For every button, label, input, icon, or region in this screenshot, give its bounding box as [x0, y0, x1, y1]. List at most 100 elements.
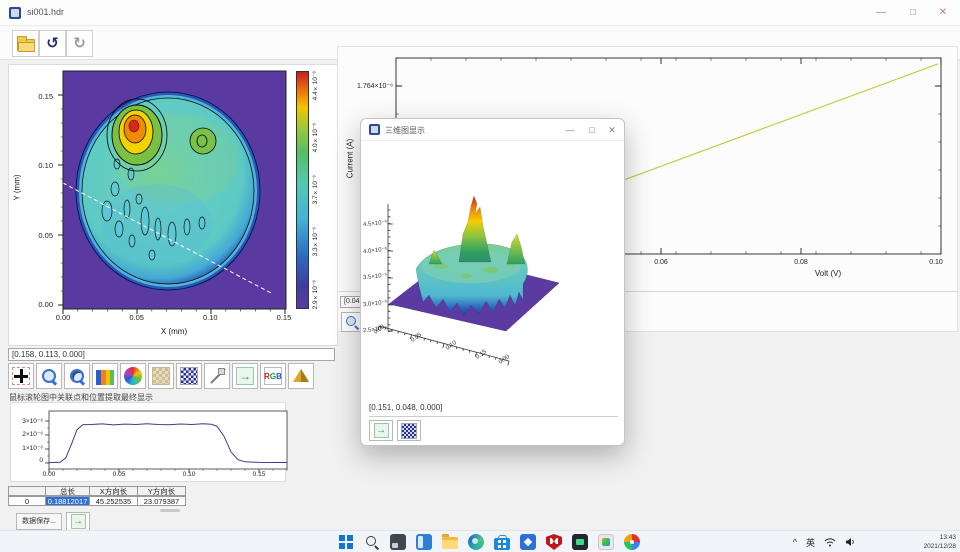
table-header-total: 总长 — [46, 486, 90, 496]
texture-map-tool-button[interactable] — [148, 363, 174, 389]
close-button[interactable]: ✕ — [928, 0, 958, 26]
color-levels-tool-button[interactable] — [92, 363, 118, 389]
mcafee-taskbar-icon[interactable] — [546, 534, 562, 550]
popup-app-icon — [369, 124, 380, 135]
start-taskbar-icon[interactable] — [338, 534, 354, 550]
photos-taskbar-icon[interactable] — [598, 534, 614, 550]
table-header-xlen: X方向长 — [90, 486, 138, 496]
contour-yticks: 0.15 0.10 0.05 0.00 — [23, 92, 53, 309]
contour-xtick-label: 0.00 — [45, 313, 81, 322]
dev-app-taskbar-icon[interactable] — [572, 534, 588, 550]
colorbar-tick-label: 4.0×10⁻⁶ — [312, 123, 320, 152]
surface-3d-tool-button[interactable] — [288, 363, 314, 389]
color-wheel-icon — [124, 367, 142, 385]
desktop: si001.hdr — □ ✕ ↺ ↻ Y (mm) 0.150.100.050… — [0, 0, 960, 552]
table-header-ylen: Y方向长 — [138, 486, 186, 496]
popup-maximize-button[interactable]: □ — [582, 119, 602, 141]
profile-xtick-label: 0.10 — [175, 471, 203, 478]
colorbar-tick-label: 4.4×10⁻⁶ — [312, 71, 320, 100]
profile-ytick-label: 0 — [15, 457, 43, 464]
zoom-window-tool-button[interactable] — [64, 363, 90, 389]
profile-plot[interactable] — [45, 409, 291, 475]
crosshair-tool-button[interactable] — [8, 363, 34, 389]
profile-ytick-label: 3×10⁻⁶ — [15, 417, 43, 425]
taskbar-icons — [338, 534, 640, 550]
contour-ytick-label: 0.15 — [23, 92, 53, 101]
colorbar-labels: 4.4×10⁻⁶4.0×10⁻⁶3.7×10⁻⁶3.3×10⁻⁶2.9×10⁻⁶ — [312, 71, 320, 309]
row-index-cell[interactable]: 0 — [8, 496, 46, 506]
profile-ytick-label: 2×10⁻⁶ — [15, 430, 43, 438]
rgb-channels-icon: RGB — [264, 367, 282, 385]
profile-xtick-label: 0.15 — [245, 471, 273, 478]
search-taskbar-icon[interactable] — [364, 534, 380, 550]
volume-icon[interactable] — [845, 537, 856, 547]
profile-xticks: 0.000.050.100.15 — [35, 471, 273, 478]
maximize-button[interactable]: □ — [898, 0, 928, 26]
y-length-cell[interactable]: 23.079387 — [138, 496, 186, 506]
app-icon — [9, 7, 21, 19]
contour-map-plot[interactable] — [57, 69, 291, 315]
store-taskbar-icon[interactable] — [494, 538, 510, 550]
titlebar[interactable]: si001.hdr — □ ✕ — [0, 0, 960, 26]
pattern-map-icon — [180, 367, 198, 385]
folder-open-icon — [17, 39, 35, 51]
splitter-handle[interactable] — [160, 509, 180, 512]
popup-close-button[interactable]: ✕ — [602, 119, 622, 141]
contour-ytick-label: 0.00 — [23, 300, 53, 309]
table-row: 0 0.18812017 45.252535 23.079387 — [8, 496, 186, 506]
edge-taskbar-icon[interactable] — [468, 534, 484, 550]
total-length-cell[interactable]: 0.18812017 — [46, 496, 90, 506]
zoom-in-icon — [40, 367, 58, 385]
table-header-row: 总长 X方向长 Y方向长 — [8, 486, 186, 496]
minimize-button[interactable]: — — [866, 0, 896, 26]
chevron-up-icon[interactable]: ^ — [793, 537, 797, 547]
colorbar-tick-label: 3.3×10⁻⁶ — [312, 227, 320, 256]
undo-button[interactable]: ↺ — [39, 30, 66, 57]
contour-ytick-label: 0.05 — [23, 231, 53, 240]
iv-xtick-label: 0.10 — [921, 259, 951, 266]
save-data-button[interactable]: 数据保存... — [16, 513, 62, 530]
measure-line-icon — [208, 367, 226, 385]
system-tray: ^ 英 — [793, 531, 856, 552]
rgb-channels-tool-button[interactable]: RGB — [260, 363, 286, 389]
popup-pattern-button[interactable] — [397, 420, 421, 441]
x-length-cell[interactable]: 45.252535 — [90, 496, 138, 506]
export-data-button[interactable]: → — [66, 512, 90, 531]
zoom-window-icon — [68, 367, 86, 385]
clock-date: 2021/12/28 — [900, 542, 956, 551]
redo-button[interactable]: ↻ — [66, 30, 93, 57]
contour-ytick-label: 0.10 — [23, 161, 53, 170]
file-explorer-taskbar-icon[interactable] — [442, 537, 458, 549]
pattern-map-tool-button[interactable] — [176, 363, 202, 389]
wifi-icon[interactable] — [824, 537, 836, 547]
magnifier-icon — [345, 315, 359, 329]
surface-3d-plot[interactable] — [371, 174, 601, 374]
taskbar-clock[interactable]: 13:43 2021/12/28 — [900, 533, 956, 551]
tool-strip: → RGB — [8, 363, 314, 389]
color-wheel-tool-button[interactable] — [120, 363, 146, 389]
widgets-taskbar-icon[interactable] — [416, 534, 432, 550]
measure-line-tool-button[interactable] — [204, 363, 230, 389]
contour-xtick-label: 0.05 — [119, 313, 155, 322]
measure-table: 总长 X方向长 Y方向长 0 0.18812017 45.252535 23.0… — [8, 486, 186, 506]
export-data-tool-button[interactable]: → — [232, 363, 258, 389]
window-title: si001.hdr — [27, 7, 64, 17]
open-file-button[interactable] — [12, 30, 39, 57]
settings-app-taskbar-icon[interactable] — [520, 534, 536, 550]
iv-xtick-label: 0.08 — [786, 259, 816, 266]
pattern-icon — [401, 423, 417, 439]
popup-export-button[interactable]: → — [369, 420, 393, 441]
profile-xtick-label: 0.00 — [35, 471, 63, 478]
task-view-taskbar-icon[interactable] — [390, 534, 406, 550]
popup-3d-window: 三维图显示 — □ ✕ 4.5×10⁻⁶4.0×10⁻⁶3.5×10⁻⁶3.0×… — [360, 118, 625, 446]
undo-icon: ↺ — [46, 35, 59, 52]
popup-minimize-button[interactable]: — — [560, 119, 580, 141]
ime-indicator[interactable]: 英 — [806, 536, 815, 549]
contour-xticks: 0.000.050.100.15 — [45, 313, 302, 322]
contour-xtick-label: 0.10 — [192, 313, 228, 322]
iv-xtick-label: 0.06 — [646, 259, 676, 266]
popup-titlebar[interactable]: 三维图显示 — □ ✕ — [361, 119, 624, 141]
launcher-taskbar-icon[interactable] — [624, 534, 640, 550]
contour-cursor-status: [0.158, 0.113, 0.000] — [8, 348, 335, 361]
zoom-in-tool-button[interactable] — [36, 363, 62, 389]
